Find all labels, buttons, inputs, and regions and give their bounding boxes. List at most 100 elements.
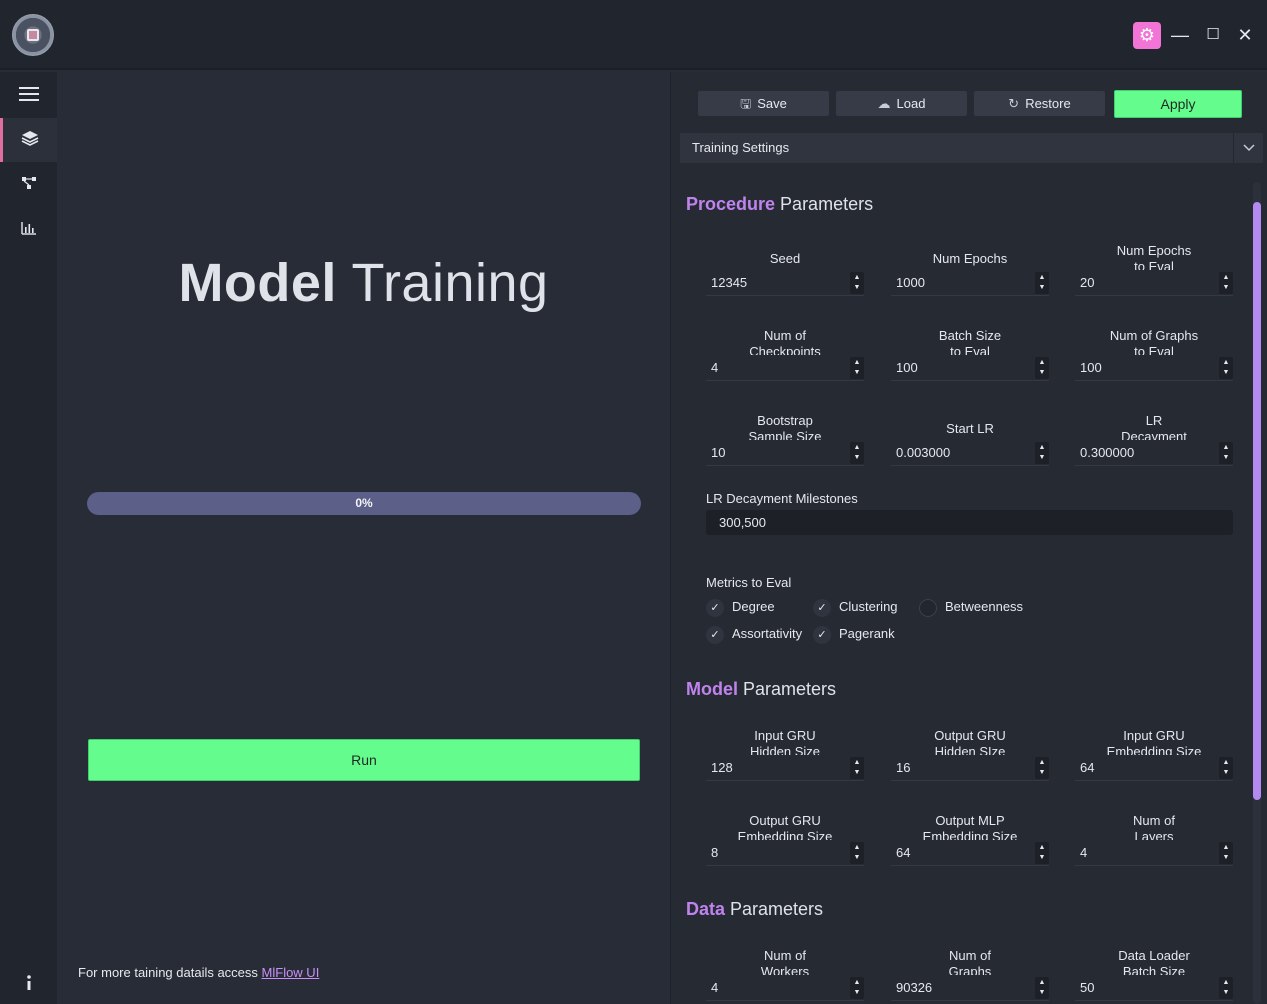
stepper-arrows-icon[interactable]: ▲ ▼ xyxy=(850,842,864,864)
stepper-arrows-icon[interactable]: ▲ ▼ xyxy=(1035,272,1049,294)
metric-checkbox[interactable]: ✓ Degree xyxy=(706,597,775,617)
sidebar-item-charts[interactable] xyxy=(0,208,57,252)
procedure-section-title: Procedure Parameters xyxy=(686,194,874,214)
metric-label: Degree xyxy=(732,599,775,614)
spinbox-input[interactable]: 64 ▲ ▼ xyxy=(891,840,1049,866)
spinbox-value: 12345 xyxy=(711,275,748,290)
data-section-title: Data Parameters xyxy=(686,899,824,919)
spinbox-input[interactable]: 0.300000 ▲ ▼ xyxy=(1075,440,1233,466)
stepper-arrows-icon[interactable]: ▲ ▼ xyxy=(1219,842,1233,864)
restore-button[interactable]: ↻ Restore xyxy=(974,91,1105,116)
spinbox-value: 90326 xyxy=(896,980,933,995)
settings-gear-icon[interactable]: ⚙ xyxy=(1133,22,1161,49)
checkmark-icon: ✓ xyxy=(706,598,724,617)
sidebar-item-graph[interactable] xyxy=(0,163,57,207)
info-icon[interactable] xyxy=(0,961,57,1004)
graph-network-icon xyxy=(21,176,37,195)
spinbox-value: 0.003000 xyxy=(896,445,951,460)
settings-dropdown[interactable]: Training Settings xyxy=(680,133,1263,163)
stepper-arrows-icon[interactable]: ▲ ▼ xyxy=(1219,977,1233,999)
field-label: Seed xyxy=(769,251,801,266)
stepper-arrows-icon[interactable]: ▲ ▼ xyxy=(1219,757,1233,779)
hamburger-menu-icon[interactable] xyxy=(0,72,57,116)
layers-icon xyxy=(21,130,39,151)
spinbox-input[interactable]: 100 ▲ ▼ xyxy=(1075,355,1233,381)
spinbox-input[interactable]: 0.003000 ▲ ▼ xyxy=(891,440,1049,466)
stepper-arrows-icon[interactable]: ▲ ▼ xyxy=(1035,842,1049,864)
metric-checkbox[interactable]: ✓ Clustering xyxy=(813,597,898,617)
spinbox-input[interactable]: 20 ▲ ▼ xyxy=(1075,270,1233,296)
spinbox-input[interactable]: 8 ▲ ▼ xyxy=(706,840,864,866)
run-button[interactable]: Run xyxy=(88,739,640,781)
milestones-label: LR Decayment Milestones xyxy=(706,491,858,506)
scrollbar-thumb[interactable] xyxy=(1253,202,1261,800)
metric-checkbox[interactable]: ✓ Assortativity xyxy=(706,624,802,644)
sidebar xyxy=(0,72,57,1004)
stepper-arrows-icon[interactable]: ▲ ▼ xyxy=(1035,357,1049,379)
restore-icon: ↻ xyxy=(1008,96,1020,111)
spinbox-value: 4 xyxy=(711,360,719,375)
maximize-button[interactable]: ☐ xyxy=(1203,24,1223,46)
spinbox-input[interactable]: 10 ▲ ▼ xyxy=(706,440,864,466)
load-button[interactable]: ☁ Load xyxy=(836,91,967,116)
stepper-arrows-icon[interactable]: ▲ ▼ xyxy=(850,357,864,379)
minimize-button[interactable]: — xyxy=(1170,24,1190,46)
spinbox-value: 50 xyxy=(1080,980,1095,995)
stepper-arrows-icon[interactable]: ▲ ▼ xyxy=(1219,357,1233,379)
spinbox-input[interactable]: 4 ▲ ▼ xyxy=(706,355,864,381)
spinbox-input[interactable]: 128 ▲ ▼ xyxy=(706,755,864,781)
metric-checkbox[interactable]: ✓ Pagerank xyxy=(813,624,895,644)
field-label: Start LR xyxy=(946,421,994,436)
spinbox-value: 128 xyxy=(711,760,733,775)
stepper-arrows-icon[interactable]: ▲ ▼ xyxy=(1219,442,1233,464)
metric-label: Assortativity xyxy=(732,626,803,641)
spinbox-value: 100 xyxy=(1080,360,1102,375)
chevron-down-icon xyxy=(1233,133,1263,163)
stepper-arrows-icon[interactable]: ▲ ▼ xyxy=(850,757,864,779)
title-bar: ⚙ — ☐ ✕ xyxy=(0,0,1267,70)
stepper-arrows-icon[interactable]: ▲ ▼ xyxy=(1035,757,1049,779)
spinbox-value: 20 xyxy=(1080,275,1095,290)
metric-label: Clustering xyxy=(839,599,898,614)
spinbox-input[interactable]: 50 ▲ ▼ xyxy=(1075,975,1233,1001)
main-panel: Model Training 0% Run For more taining d… xyxy=(57,72,670,1004)
spinbox-value: 16 xyxy=(896,760,911,775)
stepper-arrows-icon[interactable]: ▲ ▼ xyxy=(850,977,864,999)
spinbox-value: 8 xyxy=(711,845,719,860)
spinbox-value: 100 xyxy=(896,360,918,375)
stepper-arrows-icon[interactable]: ▲ ▼ xyxy=(850,442,864,464)
save-button[interactable]: 🖫 Save xyxy=(698,91,829,116)
bar-chart-icon xyxy=(20,221,37,240)
checkmark-icon: ✓ xyxy=(813,598,831,617)
spinbox-input[interactable]: 4 ▲ ▼ xyxy=(706,975,864,1001)
apply-button[interactable]: Apply xyxy=(1114,90,1242,118)
stepper-arrows-icon[interactable]: ▲ ▼ xyxy=(1035,442,1049,464)
spinbox-input[interactable]: 4 ▲ ▼ xyxy=(1075,840,1233,866)
spinbox-input[interactable]: 16 ▲ ▼ xyxy=(891,755,1049,781)
unchecked-circle-icon xyxy=(919,598,937,617)
stepper-arrows-icon[interactable]: ▲ ▼ xyxy=(850,272,864,294)
cloud-upload-icon: ☁ xyxy=(877,96,891,111)
stepper-arrows-icon[interactable]: ▲ ▼ xyxy=(1219,272,1233,294)
metrics-label: Metrics to Eval xyxy=(706,575,792,590)
checkmark-icon: ✓ xyxy=(706,625,724,644)
spinbox-input[interactable]: 90326 ▲ ▼ xyxy=(891,975,1049,1001)
stepper-arrows-icon[interactable]: ▲ ▼ xyxy=(1035,977,1049,999)
sidebar-item-training[interactable] xyxy=(0,118,57,162)
spinbox-input[interactable]: 64 ▲ ▼ xyxy=(1075,755,1233,781)
metric-label: Betweenness xyxy=(945,599,1024,614)
milestones-input[interactable]: 300,500 xyxy=(706,510,1233,535)
training-progress-bar: 0% xyxy=(87,492,641,515)
metric-label: Pagerank xyxy=(839,626,895,641)
spinbox-value: 0.300000 xyxy=(1080,445,1135,460)
save-icon: 🖫 xyxy=(740,96,752,111)
footer-text: For more taining datails access MlFlow U… xyxy=(78,965,320,980)
model-section-title: Model Parameters xyxy=(686,679,837,699)
spinbox-input[interactable]: 100 ▲ ▼ xyxy=(891,355,1049,381)
spinbox-input[interactable]: 1000 ▲ ▼ xyxy=(891,270,1049,296)
close-button[interactable]: ✕ xyxy=(1235,24,1255,46)
spinbox-value: 64 xyxy=(896,845,911,860)
spinbox-input[interactable]: 12345 ▲ ▼ xyxy=(706,270,864,296)
mlflow-ui-link[interactable]: MlFlow UI xyxy=(262,965,320,980)
metric-checkbox[interactable]: Betweenness xyxy=(919,597,1023,617)
